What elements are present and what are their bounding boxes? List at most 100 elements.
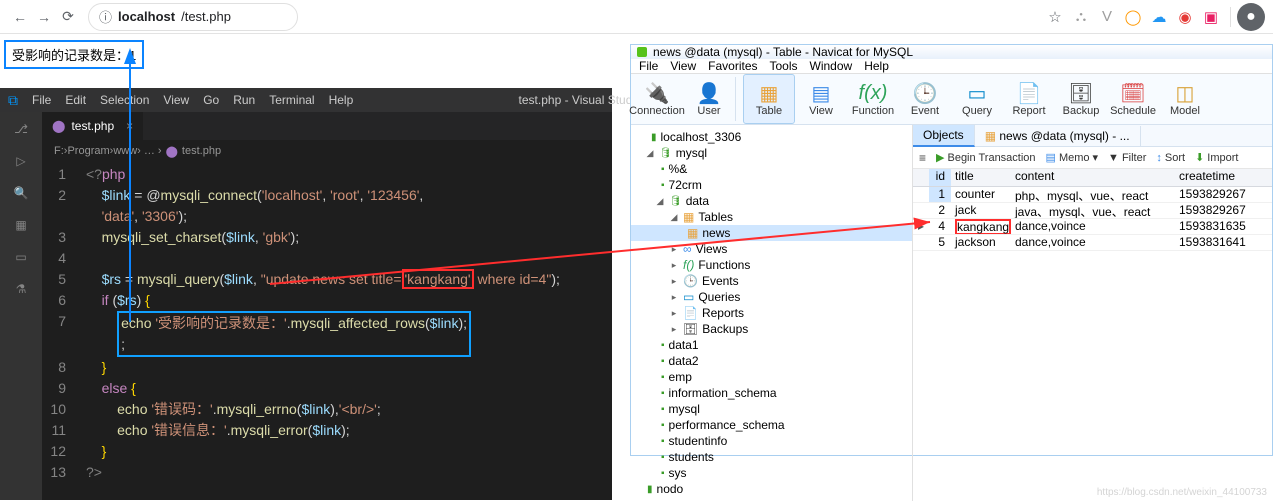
col-createtime[interactable]: createtime [1175,169,1255,186]
source-control-icon[interactable]: ⎇ [14,122,28,136]
tool-user[interactable]: 👤User [683,74,735,124]
menu-file[interactable]: File [32,93,51,107]
server-icon: ▮ [647,484,653,495]
tab-news-table[interactable]: ▦ news @data (mysql) - ... [975,126,1141,146]
menu-tools[interactable]: Tools [770,59,798,73]
tree-db-item: ▪data1 [631,337,912,353]
sort-button[interactable]: ↕Sort [1156,152,1185,164]
tab-test-php[interactable]: ⬤ test.php × [42,112,143,140]
php-file-icon: ⬤ [166,145,178,158]
menu-view[interactable]: View [163,93,189,107]
filter-button[interactable]: ▼Filter [1108,152,1146,164]
tool-connection[interactable]: 🔌Connection [631,74,683,124]
star-icon[interactable]: ☆ [1042,8,1068,26]
tab-objects[interactable]: Objects [913,125,975,147]
plug-icon: 🔌 [645,81,670,105]
table-icon: ▦ [760,81,779,105]
menu-view[interactable]: View [670,59,696,73]
data-grid[interactable]: id title content createtime 1counterphp、… [913,169,1272,251]
navicat-window: news @data (mysql) - Table - Navicat for… [630,44,1273,456]
address-bar[interactable]: ⓘ localhost/test.php [88,3,298,31]
tool-schedule[interactable]: 🗓Schedule [1107,74,1159,124]
schedule-icon: 🗓 [1120,81,1145,105]
testing-icon[interactable]: ⚗ [16,282,27,296]
import-button[interactable]: ⬇Import [1195,151,1238,164]
profile-avatar[interactable]: ● [1237,3,1265,31]
col-id[interactable]: id [929,169,951,186]
navicat-app-icon [637,47,647,57]
query-icon: ▭ [968,81,987,105]
model-icon: ◫ [1176,81,1195,105]
breadcrumb[interactable]: F: › Program › www › … › ⬤ test.php [42,140,612,162]
menu-help[interactable]: Help [864,59,889,73]
highlighted-cell-kangkang: kangkang [955,219,1011,234]
menu-window[interactable]: Window [810,59,853,73]
site-info-icon[interactable]: ⓘ [99,7,112,26]
table-row[interactable]: 1counterphp、mysql、vue、react1593829267 [913,187,1272,203]
url-path: /test.php [181,9,231,24]
begin-transaction-button[interactable]: ▶Begin Transaction [936,151,1036,164]
hamburger-icon[interactable]: ≡ [919,151,926,165]
watermark: https://blog.csdn.net/weixin_44100733 [1097,487,1267,498]
browser-toolbar: ← → ⟳ ⓘ localhost/test.php ☆ ⛬ V ◯ ☁ ◉ ▣… [0,0,1273,34]
table-row[interactable]: ▸4kangkangdance,voince1593831635 [913,219,1272,235]
tool-table[interactable]: ▦Table [743,74,795,124]
menu-run[interactable]: Run [233,93,255,107]
menu-edit[interactable]: Edit [65,93,86,107]
remote-icon[interactable]: ▭ [15,250,26,264]
ext-icon-circle[interactable]: ◯ [1120,8,1146,26]
table-row[interactable]: 5jacksondance,voince1593831641 [913,235,1272,251]
vscode-window: ⧉ File Edit Selection View Go Run Termin… [0,88,612,500]
tool-function[interactable]: f(x)Function [847,74,899,124]
menu-help[interactable]: Help [329,93,354,107]
tool-event[interactable]: 🕒Event [899,74,951,124]
reload-button[interactable]: ⟳ [56,8,80,25]
extensions-icon[interactable]: ▦ [15,218,26,232]
connection-tree[interactable]: ▮localhost_3306 ◢🛢mysql ▪%& ▪72crm ◢🛢dat… [631,125,913,501]
navicat-menubar: File View Favorites Tools Window Help [631,59,1272,74]
clock-icon: 🕒 [913,81,938,105]
run-debug-icon[interactable]: ▷ [16,154,25,168]
back-button[interactable]: ← [8,9,32,25]
code-editor[interactable]: 1<?php 2 $link = @mysqli_connect('localh… [42,162,612,500]
tool-model[interactable]: ◫Model [1159,74,1211,124]
tree-node-news[interactable]: ▦news [631,225,912,241]
menu-file[interactable]: File [639,59,658,73]
vscode-titlebar: ⧉ File Edit Selection View Go Run Termin… [0,88,612,112]
tool-backup[interactable]: 🗄Backup [1055,74,1107,124]
memo-button[interactable]: ▤Memo ▾ [1046,151,1099,164]
menu-go[interactable]: Go [203,93,219,107]
report-icon: 📄 [1017,81,1042,105]
tool-report[interactable]: 📄Report [1003,74,1055,124]
ext-icon-shield[interactable]: ◉ [1172,8,1198,26]
menu-selection[interactable]: Selection [100,93,149,107]
editor-tabs: ⬤ test.php × [42,112,612,140]
ext-icon-v[interactable]: V [1094,8,1120,25]
ext-icon-cube[interactable]: ▣ [1198,8,1224,26]
col-title[interactable]: title [951,169,1011,186]
views-icon: ∞ [683,242,692,256]
menu-terminal[interactable]: Terminal [269,93,314,107]
table-row[interactable]: 2jackjava、mysql、vue、react1593829267 [913,203,1272,219]
backup-icon: 🗄 [1068,81,1093,105]
tab-close-icon[interactable]: × [126,119,133,133]
tool-view[interactable]: ▤View [795,74,847,124]
tool-query[interactable]: ▭Query [951,74,1003,124]
page-output-text: 受影响的记录数是：1 [4,40,144,69]
folder-icon: ▦ [683,210,694,224]
col-content[interactable]: content [1011,169,1175,186]
ext-icon-1[interactable]: ⛬ [1068,8,1094,25]
grid-toolbar: ≡ ▶Begin Transaction ▤Memo ▾ ▼Filter ↕So… [913,147,1272,169]
db-icon: ▪ [661,164,665,175]
user-icon: 👤 [697,81,722,105]
search-icon[interactable]: 🔍 [14,186,29,200]
activity-bar: ⎇ ▷ 🔍 ▦ ▭ ⚗ [0,112,42,500]
ext-icon-cloud[interactable]: ☁ [1146,8,1172,26]
object-tabs: Objects ▦ news @data (mysql) - ... [913,125,1272,147]
menu-favorites[interactable]: Favorites [708,59,757,73]
backup-icon: 🗄 [683,322,698,336]
report-icon: 📄 [683,306,698,320]
forward-button[interactable]: → [32,9,56,25]
navicat-titlebar: news @data (mysql) - Table - Navicat for… [631,45,1272,59]
server-icon: ▮ [651,132,657,143]
